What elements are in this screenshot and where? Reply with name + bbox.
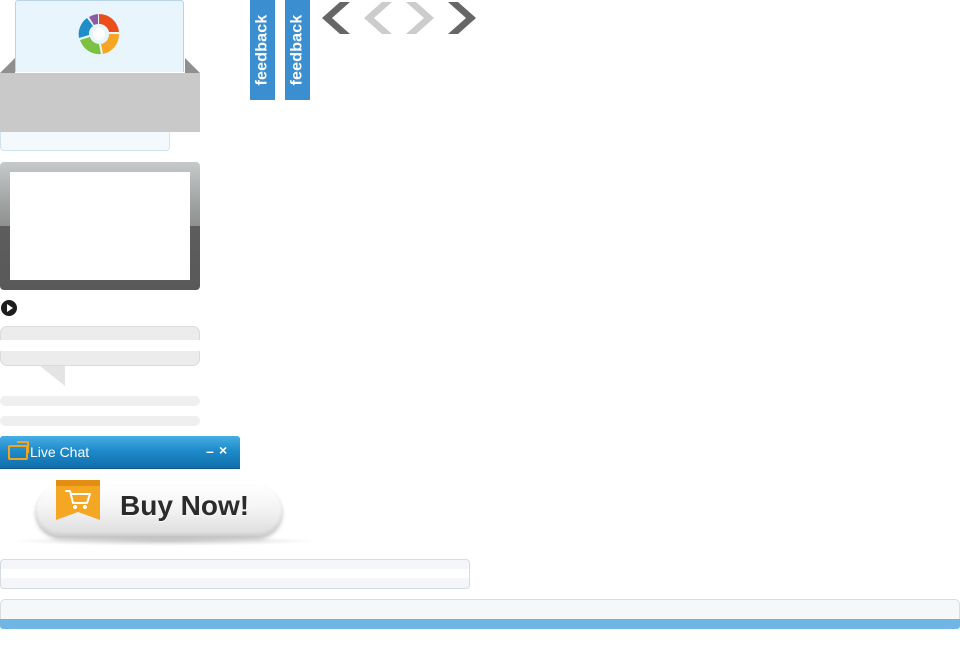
footer-accent-bar: [0, 619, 960, 629]
speech-bubble-bottom: [0, 351, 200, 366]
play-icon[interactable]: [1, 300, 17, 316]
minimize-icon[interactable]: –: [206, 443, 214, 459]
speech-bubble-tail: [40, 366, 65, 386]
footer-panel: [0, 599, 960, 619]
placeholder-bar: [0, 416, 200, 426]
chevron-right-icon[interactable]: [402, 0, 438, 36]
speech-bubble-top: [0, 326, 200, 340]
app-logo-icon[interactable]: [75, 10, 123, 58]
feedback-tab-label[interactable]: feedback: [254, 15, 272, 86]
buy-now-label[interactable]: Buy Now!: [120, 488, 249, 524]
live-chat-title[interactable]: Live Chat: [30, 443, 89, 461]
chevron-left-icon[interactable]: [360, 0, 396, 36]
info-panel-divider: [1, 569, 469, 578]
chevron-left-icon[interactable]: [318, 0, 354, 36]
logo-banner: [0, 73, 200, 132]
feedback-tab[interactable]: feedback: [250, 0, 275, 100]
buy-now-shadow: [10, 536, 320, 546]
shopping-cart-icon[interactable]: [56, 480, 100, 524]
ribbon-fold-left: [0, 58, 15, 73]
ribbon-fold-right: [185, 58, 200, 73]
chevron-right-icon[interactable]: [444, 0, 480, 36]
logo-underbar: [0, 132, 170, 151]
feedback-tab[interactable]: feedback: [285, 0, 310, 100]
feedback-tab-label[interactable]: feedback: [289, 15, 307, 86]
speech-bubble-body: [0, 340, 200, 351]
video-screen[interactable]: [10, 172, 190, 280]
close-icon[interactable]: ×: [219, 442, 227, 458]
popout-icon[interactable]: [8, 441, 29, 460]
placeholder-bar: [0, 396, 200, 406]
